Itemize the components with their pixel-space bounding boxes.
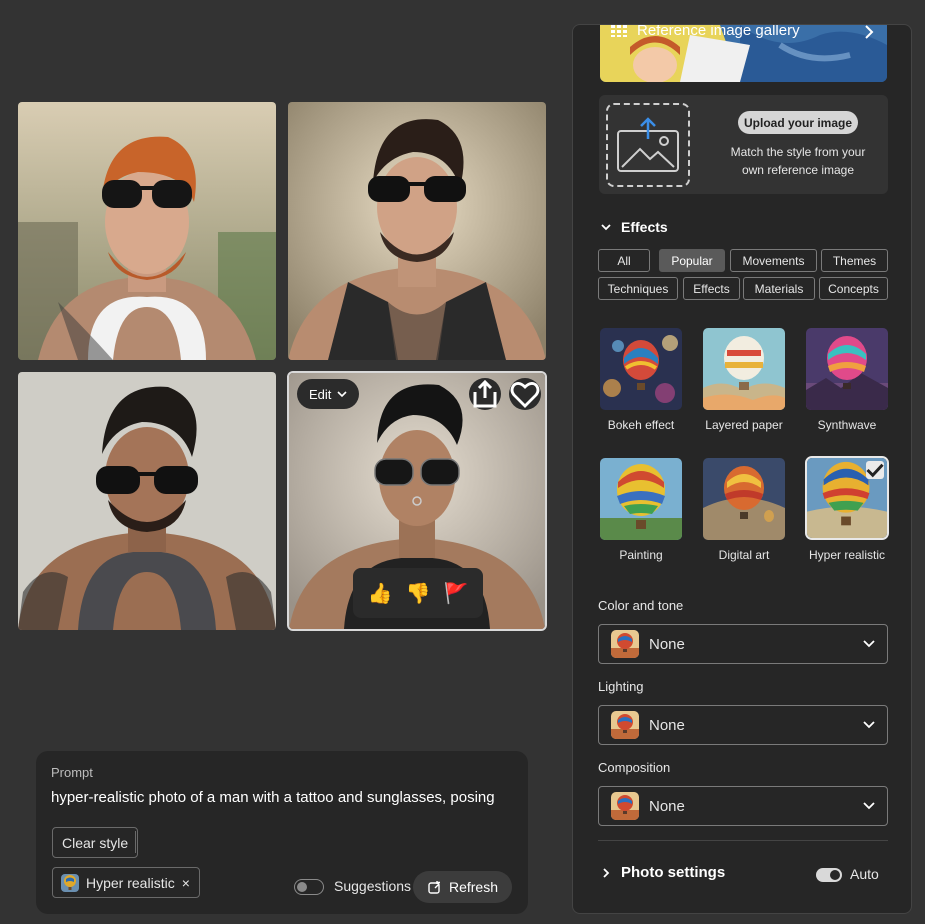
effect-label: Hyper realistic — [808, 548, 886, 562]
effect-digital-art[interactable]: Digital art — [703, 458, 785, 562]
color-tone-dropdown[interactable]: None — [598, 624, 888, 664]
effect-thumbnail — [703, 458, 785, 540]
filter-materials[interactable]: Materials — [743, 277, 815, 300]
toggle-knob — [297, 881, 307, 892]
feedback-bar: 👍 👎 🚩 — [353, 568, 483, 618]
effect-thumbnail — [806, 328, 888, 410]
checkmark-icon — [866, 461, 884, 479]
edit-menu-button[interactable]: Edit — [297, 379, 360, 409]
generated-image-3[interactable] — [18, 372, 276, 630]
effect-thumbnail — [703, 328, 785, 410]
filter-techniques[interactable]: Techniques — [598, 277, 678, 300]
auto-toggle[interactable] — [816, 868, 842, 882]
composition-label: Composition — [598, 760, 671, 775]
share-button[interactable] — [469, 378, 501, 410]
effects-title: Effects — [621, 219, 668, 235]
upload-image-icon — [617, 117, 679, 172]
filter-all[interactable]: All — [598, 249, 650, 272]
upload-dropzone[interactable] — [606, 103, 690, 187]
lighting-dropdown[interactable]: None — [598, 705, 888, 745]
balloon-thumbnail — [611, 792, 639, 820]
chevron-down-icon — [863, 640, 875, 648]
suggestions-label: Suggestions — [334, 878, 412, 894]
filter-popular[interactable]: Popular — [659, 249, 725, 272]
effect-thumbnail — [600, 458, 682, 540]
effect-bokeh[interactable]: Bokeh effect — [600, 328, 682, 432]
prompt-label: Prompt — [51, 765, 93, 780]
prompt-input[interactable]: hyper-realistic photo of a man with a ta… — [51, 789, 495, 806]
style-panel: Reference image gallery Upload your imag… — [572, 24, 912, 914]
effect-painting[interactable]: Painting — [600, 458, 682, 562]
balloon-thumbnail — [611, 711, 639, 739]
style-chip-hyper-realistic[interactable]: Hyper realistic × — [52, 867, 200, 898]
prompt-panel: Prompt hyper-realistic photo of a man wi… — [36, 751, 528, 914]
composition-dropdown[interactable]: None — [598, 786, 888, 826]
effect-label: Layered paper — [705, 418, 783, 432]
effect-thumbnail — [805, 456, 889, 540]
lighting-value: None — [649, 716, 685, 734]
chevron-down-icon — [337, 391, 347, 398]
edit-label: Edit — [309, 386, 332, 402]
filter-effects[interactable]: Effects — [683, 277, 740, 300]
filter-themes[interactable]: Themes — [821, 249, 888, 272]
effect-layered-paper[interactable]: Layered paper — [703, 328, 785, 432]
composition-value: None — [649, 797, 685, 815]
chevron-right-icon[interactable] — [863, 25, 875, 39]
generated-image-2[interactable] — [288, 102, 546, 360]
refresh-label: Refresh — [448, 879, 499, 895]
reference-gallery-title[interactable]: Reference image gallery — [611, 24, 800, 39]
effects-section-header[interactable]: Effects — [601, 219, 668, 235]
gallery-title-text: Reference image gallery — [637, 24, 800, 39]
balloon-thumbnail — [61, 873, 79, 892]
chevron-down-icon — [601, 224, 611, 231]
favorite-button[interactable] — [509, 378, 541, 410]
filter-movements[interactable]: Movements — [730, 249, 817, 272]
toggle-knob — [830, 870, 840, 880]
style-chip-label: Hyper realistic — [86, 874, 175, 891]
effect-label: Synthwave — [817, 418, 877, 432]
portrait-tank-top — [18, 372, 276, 630]
suggestions-toggle[interactable] — [294, 879, 324, 895]
color-tone-label: Color and tone — [598, 598, 684, 613]
divider — [135, 831, 136, 853]
photo-settings-title: Photo settings — [621, 864, 726, 881]
share-icon — [473, 379, 497, 408]
effect-label: Painting — [619, 548, 663, 562]
effect-hyper-realistic[interactable]: Hyper realistic — [805, 456, 889, 562]
upload-description: Match the style from your own reference … — [730, 145, 866, 177]
generated-image-1[interactable] — [18, 102, 276, 360]
report-flag-icon[interactable]: 🚩 — [444, 581, 469, 606]
clear-style-button[interactable]: Clear style — [52, 827, 139, 858]
effect-label: Bokeh effect — [607, 418, 675, 432]
auto-label: Auto — [850, 866, 879, 882]
lighting-label: Lighting — [598, 679, 644, 694]
photo-settings-header[interactable]: Photo settings — [601, 864, 725, 881]
chevron-down-icon — [863, 802, 875, 810]
upload-image-button[interactable]: Upload your image — [738, 111, 858, 134]
effect-synthwave[interactable]: Synthwave — [806, 328, 888, 432]
generated-image-4[interactable]: Edit 👍 👎 🚩 — [287, 371, 547, 631]
portrait-vest — [288, 102, 546, 360]
effect-label: Digital art — [718, 548, 770, 562]
heart-icon — [510, 382, 540, 408]
chevron-right-icon — [603, 867, 610, 878]
grid-icon — [611, 25, 627, 37]
divider — [598, 840, 888, 841]
upload-reference-box: Upload your image Match the style from y… — [599, 95, 888, 194]
color-tone-value: None — [649, 635, 685, 653]
filter-concepts[interactable]: Concepts — [819, 277, 888, 300]
thumbs-up-icon[interactable]: 👍 — [368, 581, 393, 606]
refresh-icon — [428, 881, 440, 894]
effect-thumbnail — [600, 328, 682, 410]
thumbs-down-icon[interactable]: 👎 — [406, 581, 431, 606]
close-icon[interactable]: × — [182, 875, 190, 891]
refresh-button[interactable]: Refresh — [413, 871, 512, 903]
chevron-down-icon — [863, 721, 875, 729]
portrait-redhead — [18, 102, 276, 360]
balloon-thumbnail — [611, 630, 639, 658]
